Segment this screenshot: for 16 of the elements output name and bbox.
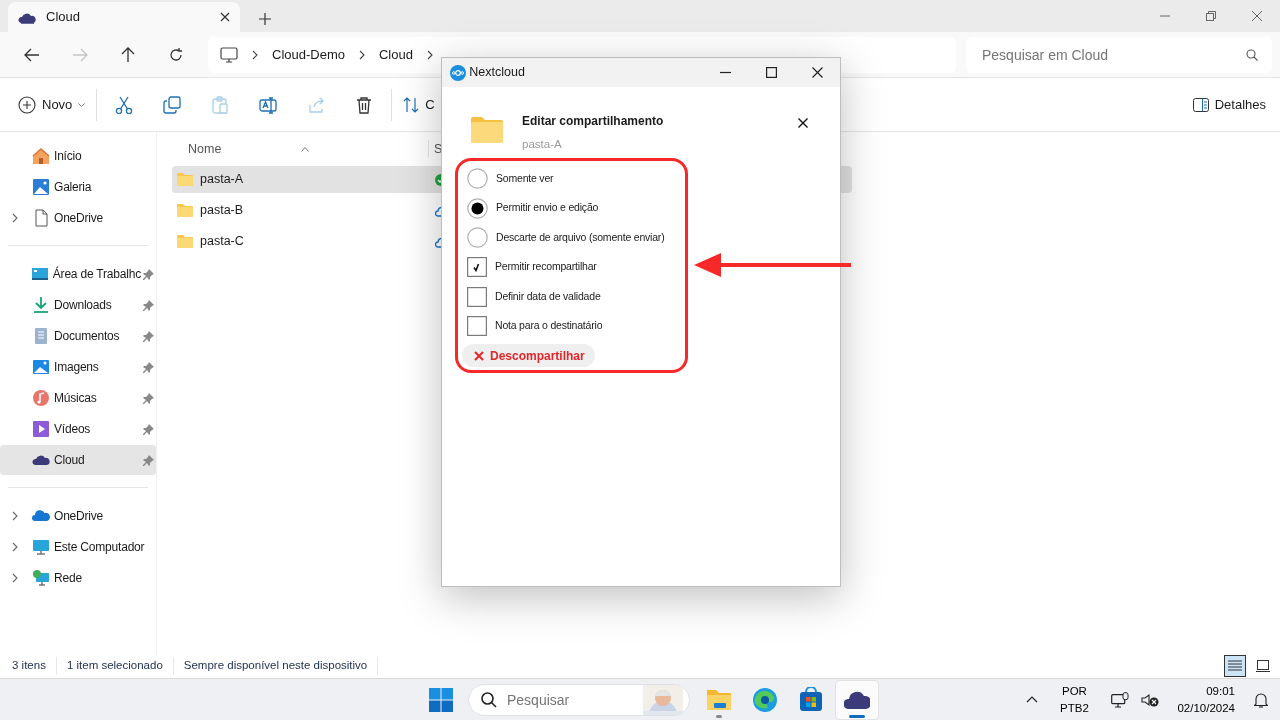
status-text: 1 item selecionado: [66, 657, 174, 675]
option-label: Definir data de validade: [495, 288, 601, 304]
file-name: pasta-B: [200, 202, 245, 220]
dialog-subtitle: pasta-A: [522, 137, 563, 152]
tab-title: Cloud: [46, 8, 81, 27]
option-label: Permitir envio e edição: [496, 200, 599, 216]
dialog-heading: Editar compartilhamento: [522, 113, 665, 130]
status-text: 3 itens: [12, 657, 57, 675]
option-label: Descarte de arquivo (somente enviar): [496, 229, 665, 245]
option-label: Permitir recompartilhar: [495, 259, 597, 275]
window-title: Nextcloud: [469, 64, 526, 82]
option-label: Somente ver: [496, 170, 554, 186]
status-text: Sempre disponível neste dispositivo: [183, 657, 379, 675]
option-label: Nota para o destinatário: [495, 318, 603, 334]
file-name: pasta-C: [200, 233, 245, 251]
file-name: pasta-A: [200, 171, 245, 189]
